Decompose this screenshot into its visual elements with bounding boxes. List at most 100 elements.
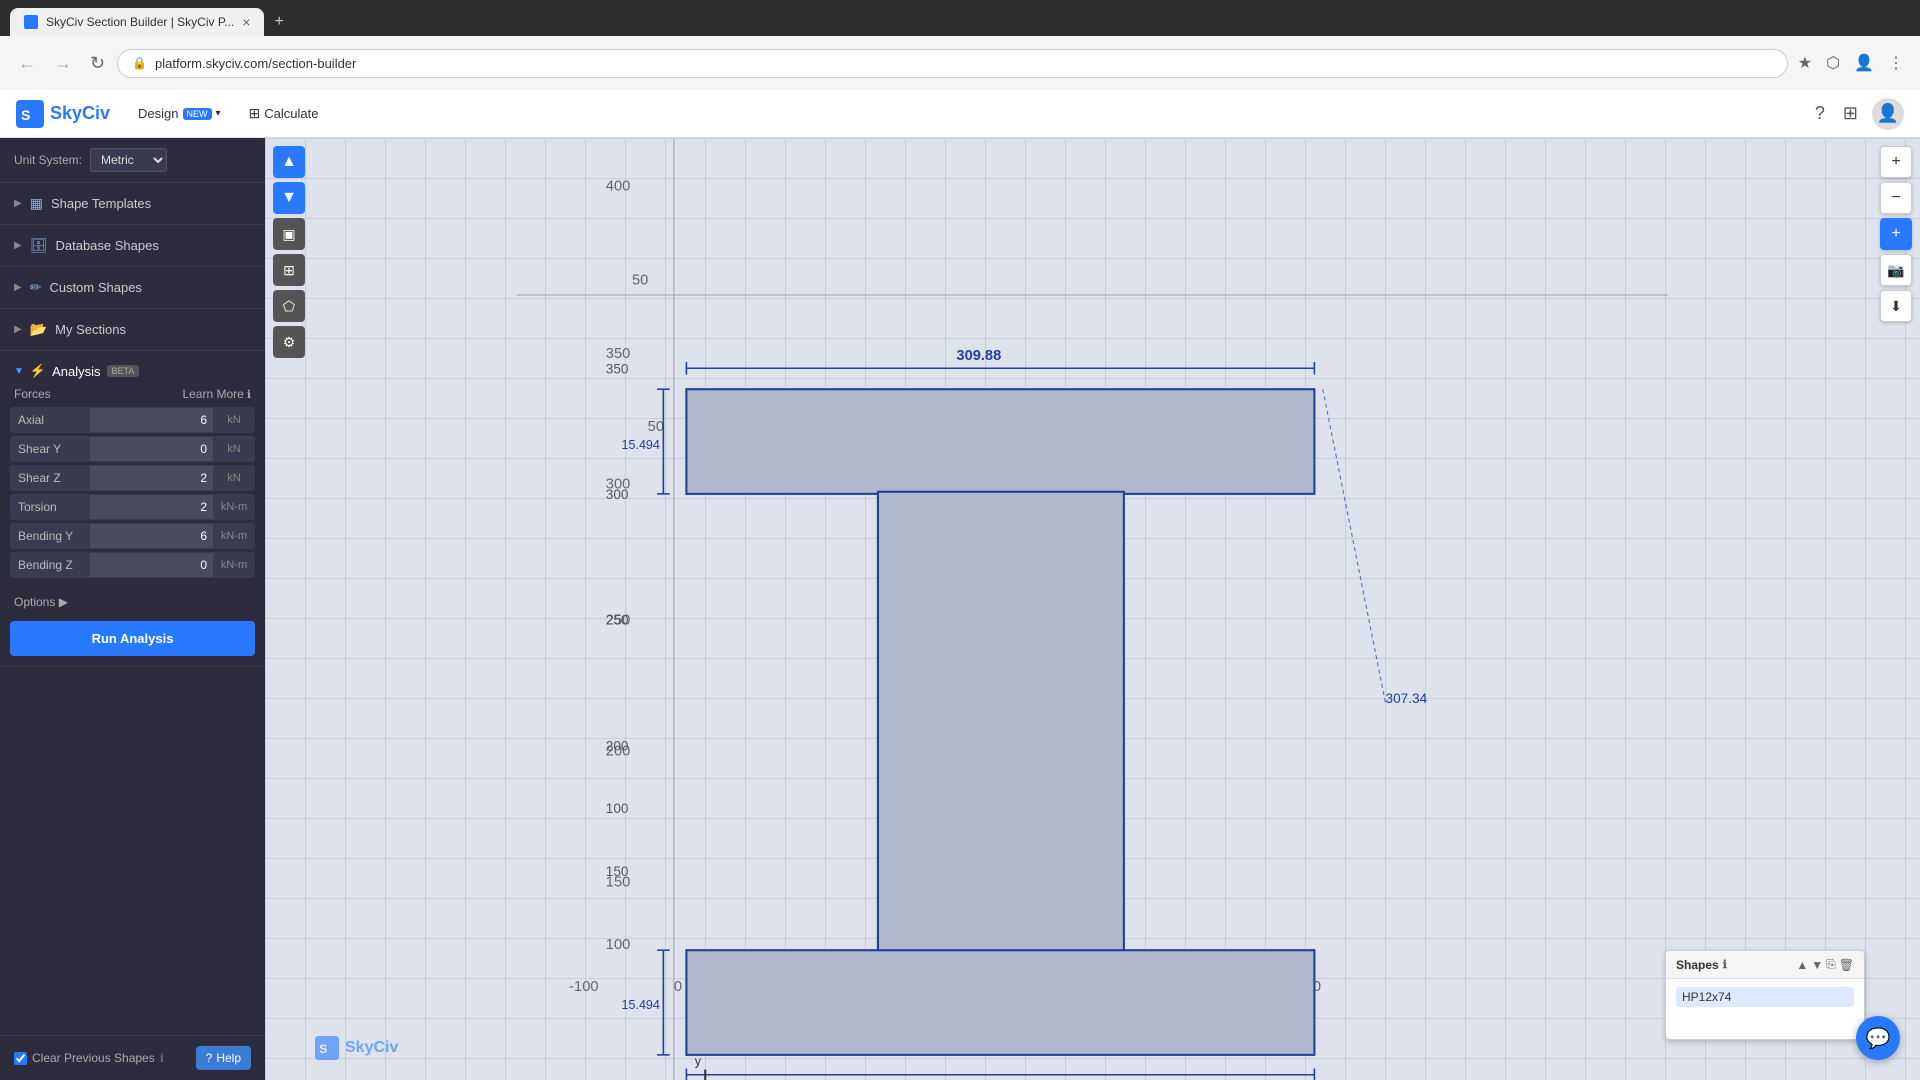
shape-templates-label: Shape Templates (51, 196, 151, 211)
forces-section: Forces Learn More ℹ Axial kN (0, 387, 265, 587)
axial-input[interactable] (90, 408, 213, 432)
design-nav-button[interactable]: Design NEW ▾ (126, 100, 233, 127)
svg-text:400: 400 (606, 178, 630, 194)
svg-text:307.34: 307.34 (1386, 691, 1428, 706)
zoom-out-button[interactable]: − (1880, 182, 1912, 214)
svg-text:-100: -100 (569, 979, 598, 995)
logo-text: SkyCiv (50, 103, 110, 124)
shapes-up-button[interactable]: ▲ (1796, 957, 1808, 972)
address-bar[interactable]: 🔒 platform.skyciv.com/section-builder (117, 49, 1788, 78)
app-header: S SkyCiv Design NEW ▾ ⊞ Calculate ? ⊞ 👤 (0, 90, 1920, 138)
shapes-down-button[interactable]: ▼ (1811, 957, 1823, 972)
account-icon-button[interactable]: 👤 (1872, 98, 1904, 130)
header-right: ? ⊞ 👤 (1811, 98, 1904, 130)
custom-shapes-icon: ✏ (30, 279, 42, 296)
calculate-nav-button[interactable]: ⊞ Calculate (237, 99, 331, 128)
polygon-tool-button[interactable]: ⬠ (273, 290, 305, 322)
zoom-in-button[interactable]: + (1880, 146, 1912, 178)
canvas-toolbar-left: ▲ ▼ ▣ ⊞ ⬠ ⚙ (273, 146, 305, 358)
help-label: Help (216, 1051, 241, 1065)
app: S SkyCiv Design NEW ▾ ⊞ Calculate ? ⊞ 👤 (0, 90, 1920, 1080)
screenshot-button[interactable]: 📷 (1880, 254, 1912, 286)
svg-text:S: S (319, 1042, 327, 1056)
svg-text:150: 150 (606, 864, 629, 879)
help-button[interactable]: ? Help (196, 1046, 251, 1070)
shear-y-input[interactable] (90, 437, 213, 461)
sidebar-item-database-shapes: ▶ 🗄 Database Shapes (0, 225, 265, 267)
my-sections-label: My Sections (55, 322, 126, 337)
canvas-area: ▲ ▼ ▣ ⊞ ⬠ ⚙ + − + 📷 ⬇ -100 (265, 138, 1920, 1080)
section-canvas[interactable]: -100 0 100 200 300 400 400 350 300 250 2… (265, 138, 1920, 1080)
shapes-delete-button[interactable]: 🗑 (1839, 957, 1854, 972)
canvas-toolbar-right: + − + 📷 ⬇ (1880, 146, 1912, 322)
force-row-shear-y: Shear Y kN (10, 436, 255, 462)
unit-system-select[interactable]: Metric Imperial (90, 148, 167, 172)
svg-text:309.88: 309.88 (956, 348, 1001, 364)
database-shapes-icon: 🗄 (30, 237, 48, 254)
options-row[interactable]: Options ▶ (0, 587, 265, 617)
chat-button[interactable]: 💬 (1856, 1016, 1900, 1060)
database-shapes-label: Database Shapes (55, 238, 158, 253)
tab-close[interactable]: × (242, 14, 250, 30)
bookmark-button[interactable]: ★ (1794, 49, 1816, 77)
shapes-panel-actions: ▲ ▼ ⎘ 🗑 (1796, 957, 1854, 972)
svg-text:350: 350 (606, 362, 629, 377)
download-button[interactable]: ⬇ (1880, 290, 1912, 322)
main-content: Unit System: Metric Imperial ▶ ▦ Shape T… (0, 138, 1920, 1080)
force-row-shear-z: Shear Z kN (10, 465, 255, 491)
lock-icon: 🔒 (132, 56, 147, 70)
select-tool-button[interactable]: ▣ (273, 218, 305, 250)
shape-item-hp12x74[interactable]: HP12x74 (1676, 987, 1854, 1007)
forward-button[interactable]: → (48, 49, 78, 78)
calculate-label: Calculate (264, 106, 318, 121)
new-tab-button[interactable]: + (266, 8, 291, 36)
run-analysis-button[interactable]: Run Analysis (10, 621, 255, 656)
pan-up-button[interactable]: ▲ (273, 146, 305, 178)
grid-tool-button[interactable]: ⊞ (273, 254, 305, 286)
custom-shapes-header[interactable]: ▶ ✏ Custom Shapes (0, 267, 265, 308)
options-label: Options ▶ (14, 595, 68, 609)
analysis-header[interactable]: ▼ ⚡ Analysis BETA (0, 351, 265, 387)
pan-down-button[interactable]: ▼ (273, 182, 305, 214)
sidebar-item-analysis: ▼ ⚡ Analysis BETA Forces Learn More ℹ (0, 351, 265, 667)
tab-title: SkyCiv Section Builder | SkyCiv P... (46, 15, 234, 29)
my-sections-header[interactable]: ▶ 📂 My Sections (0, 309, 265, 350)
bending-y-input[interactable] (90, 524, 213, 548)
force-row-bending-z: Bending Z kN-m (10, 552, 255, 578)
shapes-copy-button[interactable]: ⎘ (1826, 957, 1836, 972)
refresh-button[interactable]: ↻ (84, 49, 111, 78)
shape-templates-header[interactable]: ▶ ▦ Shape Templates (0, 183, 265, 224)
settings-tool-button[interactable]: ⚙ (273, 326, 305, 358)
fit-view-button[interactable]: + (1880, 218, 1912, 250)
sidebar: Unit System: Metric Imperial ▶ ▦ Shape T… (0, 138, 265, 1080)
help-icon-button[interactable]: ? (1811, 99, 1829, 128)
database-shapes-header[interactable]: ▶ 🗄 Database Shapes (0, 225, 265, 266)
svg-text:100: 100 (606, 937, 630, 953)
bending-y-label: Bending Y (10, 523, 90, 549)
learn-more-link[interactable]: Learn More ℹ (182, 387, 251, 401)
clear-shapes-checkbox[interactable] (14, 1052, 27, 1065)
spark-icon: ⚡ (30, 363, 46, 379)
bending-z-input[interactable] (90, 553, 213, 577)
apps-icon-button[interactable]: ⊞ (1839, 99, 1862, 128)
custom-shapes-label: Custom Shapes (49, 280, 142, 295)
torsion-input[interactable] (90, 495, 213, 519)
shear-z-input[interactable] (90, 466, 213, 490)
menu-button[interactable]: ⋮ (1884, 49, 1908, 77)
analysis-label: Analysis (52, 364, 100, 379)
svg-text:S: S (21, 107, 30, 123)
clear-shapes-label[interactable]: Clear Previous Shapes ℹ (14, 1051, 164, 1065)
header-nav: Design NEW ▾ ⊞ Calculate (126, 99, 330, 128)
bending-z-unit: kN-m (213, 554, 255, 576)
back-button[interactable]: ← (12, 49, 42, 78)
shear-y-label: Shear Y (10, 436, 90, 462)
active-tab[interactable]: SkyCiv Section Builder | SkyCiv P... × (10, 8, 264, 36)
extension-button[interactable]: ⬡ (1822, 49, 1844, 77)
profile-button[interactable]: 👤 (1850, 49, 1878, 77)
browser-tabs: SkyCiv Section Builder | SkyCiv P... × + (0, 0, 1920, 36)
sidebar-footer: Clear Previous Shapes ℹ ? Help (0, 1035, 265, 1080)
axial-label: Axial (10, 407, 90, 433)
svg-text:300: 300 (606, 487, 629, 502)
learn-more-label: Learn More (182, 387, 243, 401)
torsion-unit: kN-m (213, 496, 255, 518)
